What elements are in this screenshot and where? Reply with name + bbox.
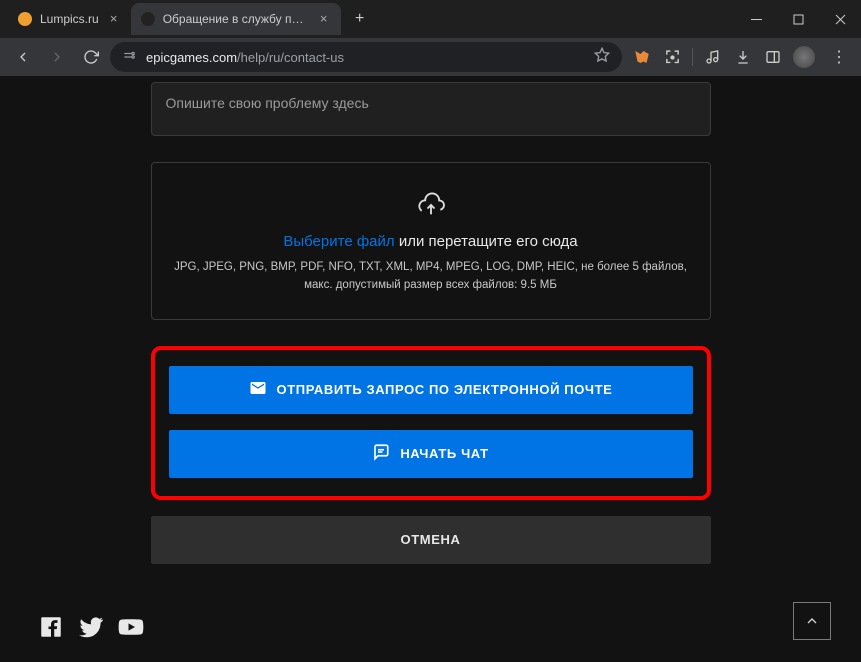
youtube-icon[interactable] <box>118 614 144 640</box>
start-chat-button[interactable]: НАЧАТЬ ЧАТ <box>169 430 693 478</box>
action-buttons-highlight: ОТПРАВИТЬ ЗАПРОС ПО ЭЛЕКТРОННОЙ ПОЧТЕ НА… <box>151 346 711 500</box>
profile-avatar[interactable] <box>793 46 815 68</box>
placeholder-text: Опишите свою проблему здесь <box>166 95 369 111</box>
maximize-button[interactable] <box>777 0 819 38</box>
favicon-lumpics <box>18 12 32 26</box>
tab-epicgames[interactable]: Обращение в службу поддер × <box>131 3 341 35</box>
extension-icons <box>626 46 821 68</box>
choose-file-link[interactable]: Выберите файл <box>283 233 394 250</box>
browser-toolbar: epicgames.com/help/ru/contact-us ⋮ <box>0 38 861 76</box>
extension-metamask-icon[interactable] <box>632 47 652 67</box>
browser-tabs: Lumpics.ru × Обращение в службу поддер ×… <box>8 3 735 35</box>
footer-social-links <box>38 614 144 640</box>
problem-description-textarea[interactable]: Опишите свою проблему здесь <box>151 82 711 136</box>
downloads-icon[interactable] <box>733 47 753 67</box>
divider <box>692 48 693 66</box>
page-viewport: Опишите свою проблему здесь Выберите фай… <box>0 76 861 662</box>
forward-button[interactable] <box>42 42 72 72</box>
minimize-button[interactable] <box>735 0 777 38</box>
media-control-icon[interactable] <box>703 47 723 67</box>
extensions-puzzle-icon[interactable] <box>662 47 682 67</box>
reload-button[interactable] <box>76 42 106 72</box>
button-label: НАЧАТЬ ЧАТ <box>400 446 488 461</box>
address-bar[interactable]: epicgames.com/help/ru/contact-us <box>110 42 622 72</box>
upload-icon <box>172 191 690 219</box>
bookmark-star-icon[interactable] <box>594 47 610 68</box>
send-email-button[interactable]: ОТПРАВИТЬ ЗАПРОС ПО ЭЛЕКТРОННОЙ ПОЧТЕ <box>169 366 693 414</box>
close-icon[interactable]: × <box>107 12 121 26</box>
chat-icon <box>372 443 390 464</box>
url-text: epicgames.com/help/ru/contact-us <box>146 50 344 65</box>
button-label: ОТМЕНА <box>401 532 461 547</box>
browser-menu-button[interactable]: ⋮ <box>825 47 853 67</box>
window-titlebar: Lumpics.ru × Обращение в службу поддер ×… <box>0 0 861 38</box>
site-settings-icon[interactable] <box>122 50 136 64</box>
upload-instruction: Выберите файл или перетащите его сюда <box>172 233 690 250</box>
button-label: ОТПРАВИТЬ ЗАПРОС ПО ЭЛЕКТРОННОЙ ПОЧТЕ <box>277 382 613 397</box>
tab-lumpics[interactable]: Lumpics.ru × <box>8 3 131 35</box>
favicon-epic <box>141 12 155 26</box>
cancel-button[interactable]: ОТМЕНА <box>151 516 711 564</box>
back-to-top-button[interactable] <box>793 602 831 640</box>
contact-form: Опишите свою проблему здесь Выберите фай… <box>151 82 711 654</box>
upload-formats-text: JPG, JPEG, PNG, BMP, PDF, NFO, TXT, XML,… <box>172 258 690 295</box>
facebook-icon[interactable] <box>38 614 64 640</box>
window-controls <box>735 0 861 38</box>
side-panel-icon[interactable] <box>763 47 783 67</box>
close-icon[interactable]: × <box>317 12 331 26</box>
new-tab-button[interactable]: + <box>347 6 373 32</box>
back-button[interactable] <box>8 42 38 72</box>
twitter-icon[interactable] <box>78 614 104 640</box>
tab-title: Lumpics.ru <box>40 12 99 26</box>
file-upload-dropzone[interactable]: Выберите файл или перетащите его сюда JP… <box>151 162 711 320</box>
tab-title: Обращение в службу поддер <box>163 12 309 26</box>
window-close-button[interactable] <box>819 0 861 38</box>
mail-icon <box>249 379 267 400</box>
